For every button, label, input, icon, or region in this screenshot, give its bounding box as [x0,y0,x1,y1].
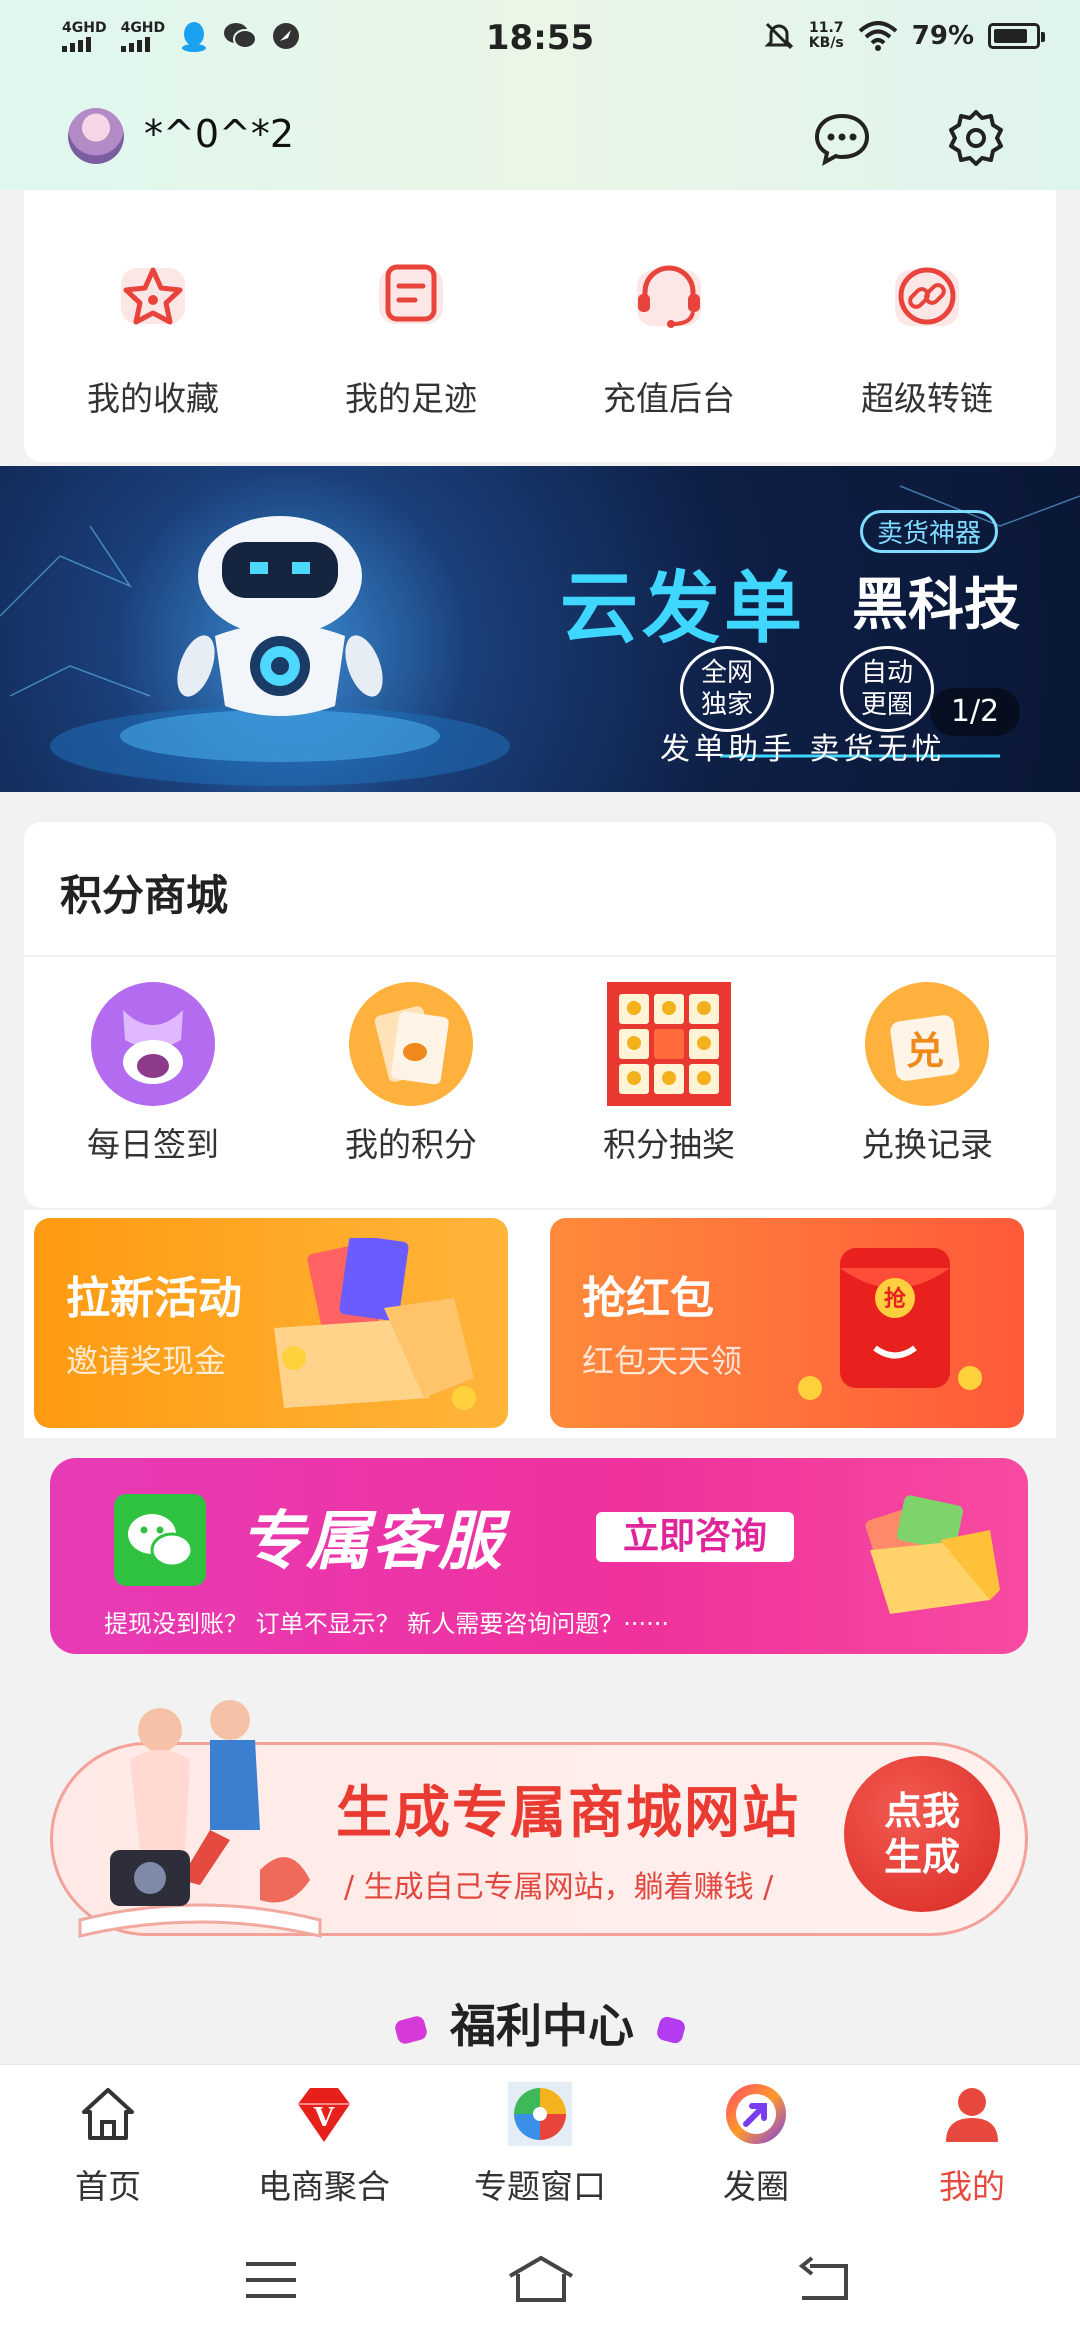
button-line: 点我 [883,1789,960,1833]
promo-subtitle: 邀请奖现金 [66,1342,227,1380]
lottery-grid-icon [607,982,731,1106]
banner-bubble-1: 全网 独家 [680,646,775,732]
banner-bubble-2: 自动 更圈 [840,646,935,732]
banner-page-indicator: 1/2 [930,688,1020,736]
quick-link-label: 我的足迹 [345,379,477,418]
bubble-line: 自动 [861,658,914,688]
system-nav-bar [0,2214,1080,2340]
home-nav-icon[interactable] [506,2254,576,2304]
bean-icon [91,982,215,1106]
consult-now-button[interactable]: 立即咨询 [596,1512,794,1562]
bubble-line: 更圈 [861,690,914,720]
traveler-illustration [78,1700,322,1938]
svg-text:V: V [313,2103,335,2133]
promo-banner[interactable]: 卖货神器 云发单 黑科技 全网 独家 自动 更圈 发单助手 卖货无忧 1/2 [0,466,1080,792]
status-bar: 4GHD 4GHD 18:55 11.7 KB/s 79% [0,0,1080,84]
quick-link-super-convert[interactable]: 超级转链 [798,258,1056,420]
share-arrow-icon [726,2084,786,2144]
tab-ecommerce[interactable]: V 电商聚合 [216,2082,432,2208]
username[interactable]: *^0^*2 [144,112,294,156]
generate-site-button[interactable]: 点我 生成 [844,1756,1000,1912]
quick-link-label: 我的收藏 [87,379,219,418]
generate-site-subtitle: / 生成自己专属网站，躺着赚钱 / [344,1870,774,1905]
message-icon[interactable] [812,108,872,168]
decor-icon [655,2015,687,2045]
service-title: 专属客服 [240,1505,504,1579]
service-questions: 提现没到账？ 订单不显示？ 新人需要咨询问题？······ [104,1610,670,1638]
menu-icon[interactable] [244,2260,298,2300]
section-title: 积分商城 [60,871,229,920]
bubble-line: 全网 [701,658,754,688]
quick-link-footprint[interactable]: 我的足迹 [282,258,540,420]
promo-title: 抢红包 [582,1273,714,1324]
wechat-icon [114,1494,206,1586]
mall-item-checkin[interactable]: 每日签到 [24,980,282,1166]
mall-item-label: 每日签到 [87,1125,219,1164]
quick-link-label: 充值后台 [603,379,735,418]
mall-item-lottery[interactable]: 积分抽奖 [540,980,798,1166]
button-line: 生成 [883,1835,960,1879]
tab-label: 我的 [939,2167,1005,2206]
promo-subtitle: 红包天天领 [582,1342,743,1380]
promo-invite[interactable]: 拉新活动 邀请奖现金 [34,1218,508,1428]
quick-link-label: 超级转链 [861,379,993,418]
avatar[interactable] [68,108,124,164]
banner-subtitle: 发单助手 卖货无忧 [660,732,946,767]
tab-label: 专题窗口 [474,2167,606,2206]
mall-item-label: 我的积分 [345,1125,477,1164]
mall-item-my-points[interactable]: 我的积分 [282,980,540,1166]
link-icon [895,267,959,326]
mall-item-label: 兑换记录 [861,1125,993,1164]
net-speed-unit: KB/s [808,35,844,51]
svg-text:兑: 兑 [906,1029,944,1073]
battery-icon [988,23,1045,49]
decor-icon [393,2014,429,2046]
star-icon [121,267,185,325]
battery-percent: 79% [911,21,974,51]
promo-red-packet[interactable]: 抢 抢红包 红包天天领 [550,1218,1024,1428]
gift-box-illustration [274,1238,476,1410]
person-icon [946,2088,998,2142]
red-packet-illustration: 抢 [798,1248,982,1400]
bubble-line: 独家 [701,690,754,720]
banner-tag: 卖货神器 [860,510,999,553]
coupon-box-illustration [865,1495,1000,1614]
headset-icon [637,265,701,328]
footprint-icon [379,264,443,324]
tab-moments[interactable]: 发圈 [648,2082,864,2208]
welfare-center-title: 福利中心 [0,1990,1080,2056]
banner-title: 云发单 [560,564,807,654]
points-card-icon [349,982,473,1106]
net-speed: 11.7 KB/s [809,21,844,51]
tab-label: 电商聚合 [258,2167,390,2206]
tab-label: 发圈 [723,2167,789,2206]
status-right: 11.7 KB/s 79% [763,20,1045,52]
divider [24,955,1056,957]
home-icon [82,2088,134,2140]
gear-icon[interactable] [946,108,1006,168]
mute-bell-icon [764,22,794,50]
mall-item-exchange-record[interactable]: 兑 兑换记录 [798,980,1056,1166]
tab-mine[interactable]: 我的 [864,2082,1080,2208]
red-packet-badge: 抢 [884,1286,907,1312]
quick-link-favorites[interactable]: 我的收藏 [24,258,282,420]
tab-topics[interactable]: 专题窗口 [432,2082,648,2208]
tab-label: 首页 [75,2167,141,2206]
tab-home[interactable]: 首页 [0,2082,216,2208]
net-speed-value: 11.7 [809,20,844,36]
mall-item-label: 积分抽奖 [603,1125,735,1164]
banner-title-2: 黑科技 [852,573,1020,638]
welfare-title-text: 福利中心 [450,1999,634,2053]
promo-title: 拉新活动 [66,1273,242,1324]
quick-link-recharge[interactable]: 充值后台 [540,258,798,420]
diamond-v-icon: V [298,2088,350,2142]
pinwheel-icon [508,2082,572,2146]
wifi-icon [858,21,898,51]
back-icon[interactable] [796,2256,850,2302]
generate-site-title: 生成专属商城网站 [336,1781,800,1846]
exchange-icon: 兑 [865,982,989,1106]
